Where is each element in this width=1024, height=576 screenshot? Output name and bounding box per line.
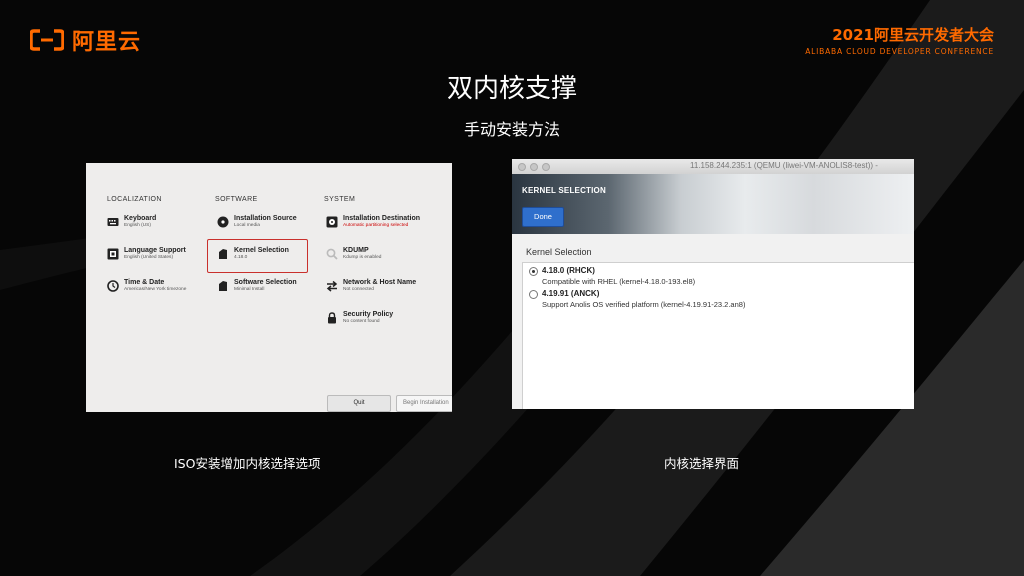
disk-icon — [326, 216, 338, 228]
window-zoom-icon[interactable] — [542, 163, 550, 171]
spoke-language-support[interactable]: Language Support English (United States) — [107, 247, 186, 260]
spoke-status: English (US) — [124, 223, 151, 228]
kernel-selection-screenshot: 11.158.244.235:1 (QEMU (liwei-VM-ANOLIS8… — [512, 159, 914, 409]
radio-unselected-icon[interactable] — [529, 290, 538, 299]
spoke-title: Language Support — [124, 247, 186, 254]
alibaba-cloud-mark-icon — [30, 29, 64, 51]
spoke-title: KDUMP — [343, 247, 369, 254]
spoke-title: Time & Date — [124, 279, 165, 286]
spoke-status: Local media — [234, 223, 260, 228]
spoke-status-warning: Automatic partitioning selected — [343, 223, 409, 228]
spoke-software-selection[interactable]: Software Selection Minimal Install — [217, 279, 297, 292]
spoke-status: No content found — [343, 319, 380, 324]
spoke-title: Network & Host Name — [343, 279, 417, 286]
spoke-title: Keyboard — [124, 215, 157, 222]
kernel-name: 4.18.0 (RHCK) — [542, 266, 595, 275]
language-icon — [107, 248, 119, 260]
right-caption: 内核选择界面 — [664, 456, 740, 471]
conference-title: 2021阿里云开发者大会 — [832, 26, 994, 44]
logo-text: 阿里云 — [72, 30, 142, 55]
conference-subtitle: ALIBABA CLOUD DEVELOPER CONFERENCE — [805, 47, 994, 56]
spoke-network-hostname[interactable]: Network & Host Name Not connected — [326, 279, 416, 292]
package-icon — [217, 280, 229, 292]
header-title: KERNEL SELECTION — [522, 186, 606, 195]
radio-selected-icon[interactable] — [529, 267, 538, 276]
spoke-title: Installation Destination — [343, 215, 421, 222]
lock-icon — [326, 312, 338, 324]
spoke-keyboard[interactable]: Keyboard English (US) — [107, 215, 156, 228]
spoke-status: English (United States) — [124, 255, 174, 260]
spoke-status: Kdump is enabled — [343, 255, 382, 260]
kernel-description: Compatible with RHEL (kernel-4.18.0-193.… — [542, 277, 696, 286]
kernel-selection-highlight — [207, 239, 308, 273]
keyboard-icon — [107, 216, 119, 228]
spoke-kdump[interactable]: KDUMP Kdump is enabled — [326, 247, 381, 260]
slide-subtitle: 手动安装方法 — [463, 120, 560, 139]
quit-button[interactable]: Quit — [327, 395, 391, 412]
network-arrows-icon — [326, 280, 338, 292]
installer-summary-screenshot: LOCALIZATION SOFTWARE SYSTEM Keyboard En… — [86, 163, 452, 412]
begin-installation-button[interactable]: Begin Installation — [396, 395, 452, 412]
spoke-installation-source[interactable]: Installation Source Local media — [217, 215, 297, 228]
alibaba-cloud-logo: 阿里云 — [30, 24, 141, 56]
spoke-status: Americas/New York timezone — [124, 287, 187, 292]
window-close-icon[interactable] — [518, 163, 526, 171]
kernel-panel-label: Kernel Selection — [526, 247, 592, 257]
column-header-software: SOFTWARE — [215, 196, 258, 203]
done-button[interactable]: Done — [522, 207, 564, 227]
kernel-selection-header: KERNEL SELECTION Done — [512, 174, 914, 234]
kernel-description: Support Anolis OS verified platform (ker… — [542, 300, 746, 309]
window-titlebar: 11.158.244.235:1 (QEMU (liwei-VM-ANOLIS8… — [512, 159, 914, 175]
clock-icon — [107, 280, 119, 292]
window-title: 11.158.244.235:1 (QEMU (liwei-VM-ANOLIS8… — [690, 161, 878, 170]
disc-icon — [217, 216, 229, 228]
spoke-title: Installation Source — [234, 215, 297, 222]
spoke-installation-destination[interactable]: Installation Destination Automatic parti… — [326, 215, 420, 228]
spoke-security-policy[interactable]: Security Policy No content found — [326, 311, 393, 324]
kernel-name: 4.19.91 (ANCK) — [542, 289, 600, 298]
spoke-status: Minimal Install — [234, 287, 265, 292]
slide-title: 双内核支撑 — [446, 74, 577, 104]
window-minimize-icon[interactable] — [530, 163, 538, 171]
spoke-status: Not connected — [343, 287, 374, 292]
column-header-system: SYSTEM — [324, 196, 356, 203]
column-header-localization: LOCALIZATION — [107, 196, 162, 203]
conference-branding: 2021阿里云开发者大会 ALIBABA CLOUD DEVELOPER CON… — [805, 24, 994, 56]
search-icon — [326, 248, 338, 260]
left-caption: ISO安装增加内核选择选项 — [174, 456, 321, 471]
spoke-title: Software Selection — [234, 279, 297, 286]
kernel-option-list: 4.18.0 (RHCK) Compatible with RHEL (kern… — [522, 262, 914, 409]
spoke-time-date[interactable]: Time & Date Americas/New York timezone — [107, 279, 186, 292]
spoke-title: Security Policy — [343, 311, 394, 318]
